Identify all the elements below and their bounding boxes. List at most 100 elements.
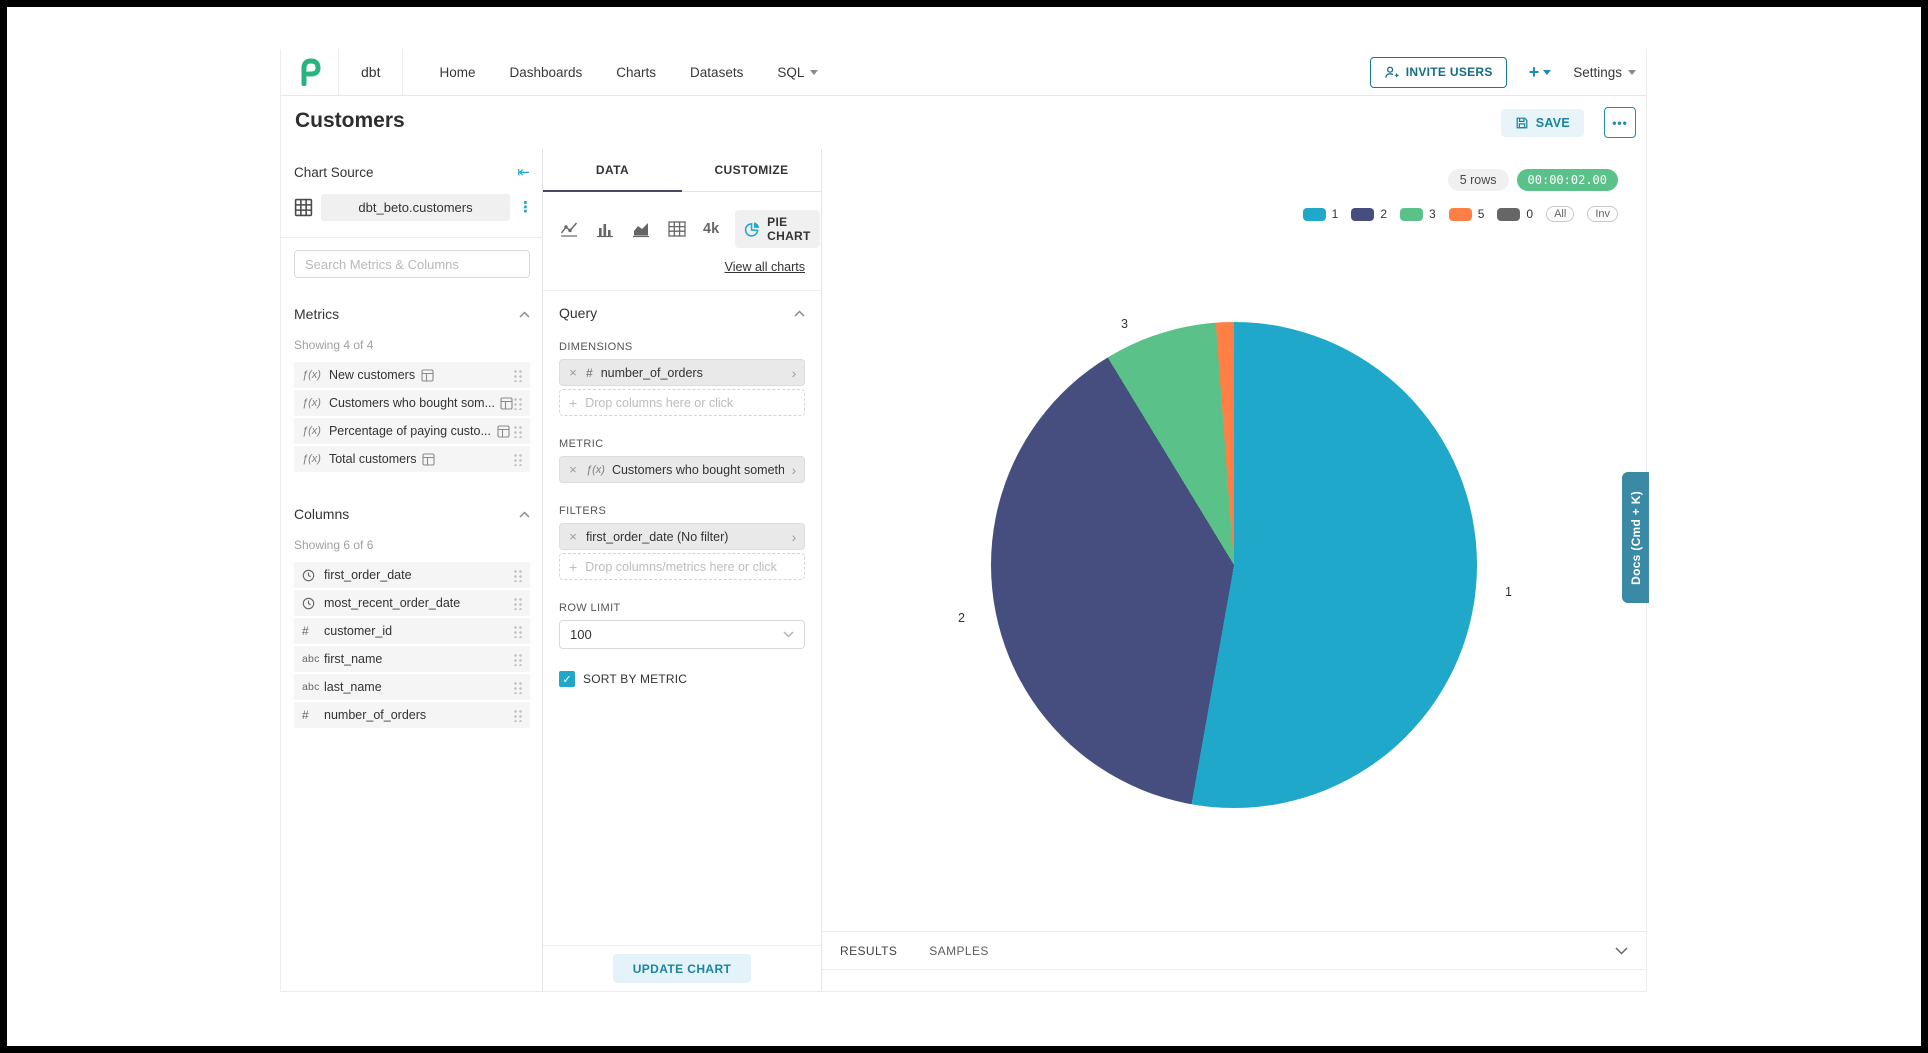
function-icon: ƒ(x) (302, 453, 321, 465)
legend-swatch (1351, 208, 1374, 221)
legend-item[interactable]: 3 (1400, 207, 1436, 221)
line-chart-icon[interactable] (559, 219, 579, 239)
nav-item-home[interactable]: Home (439, 65, 475, 80)
column-list-item[interactable]: first_order_date (294, 562, 530, 588)
big-number-chart-icon[interactable]: 4k (703, 221, 719, 237)
metric-definition-icon[interactable] (422, 453, 435, 466)
dataset-selector[interactable]: dbt_beto.customers (321, 194, 510, 221)
nav-item-charts[interactable]: Charts (616, 65, 656, 80)
nav-item-datasets[interactable]: Datasets (690, 65, 743, 80)
tab-results[interactable]: RESULTS (840, 944, 897, 958)
checkbox-checked-icon[interactable] (559, 671, 575, 687)
drag-handle[interactable] (513, 368, 522, 382)
legend-all-button[interactable]: All (1546, 206, 1574, 222)
drag-handle[interactable] (513, 596, 522, 610)
bar-chart-icon[interactable] (595, 219, 615, 239)
remove-icon[interactable]: × (560, 462, 586, 477)
brand-logo[interactable] (281, 49, 339, 95)
legend-item[interactable]: 5 (1449, 207, 1485, 221)
tab-data[interactable]: DATA (543, 149, 682, 191)
metric-list-item[interactable]: ƒ(x) Customers who bought som... (294, 390, 530, 416)
collapse-panel-icon[interactable]: ⇤ (517, 165, 530, 180)
current-chart-type[interactable]: PIE CHART (735, 210, 819, 248)
legend-item[interactable]: 1 (1303, 207, 1339, 221)
chevron-up-icon[interactable] (794, 310, 805, 317)
metric-definition-icon[interactable] (497, 425, 510, 438)
drop-filters-zone[interactable]: + Drop columns/metrics here or click (559, 553, 805, 580)
chevron-up-icon[interactable] (519, 511, 530, 518)
table-chart-icon[interactable] (667, 219, 687, 239)
update-chart-button[interactable]: UPDATE CHART (613, 954, 751, 983)
slice-label: 2 (958, 611, 965, 625)
drag-handle[interactable] (513, 652, 522, 666)
legend-item[interactable]: 2 (1351, 207, 1387, 221)
drag-handle[interactable] (513, 624, 522, 638)
legend-swatch (1400, 208, 1423, 221)
chevron-right-icon[interactable]: › (784, 462, 804, 478)
user-plus-icon (1384, 65, 1399, 80)
nav-item-sql[interactable]: SQL (777, 65, 818, 80)
column-list-item[interactable]: # customer_id (294, 618, 530, 644)
column-list-item[interactable]: abc last_name (294, 674, 530, 700)
expand-results-icon[interactable] (1615, 947, 1628, 955)
row-limit-label: ROW LIMIT (559, 602, 805, 614)
number-type-icon: # (302, 708, 324, 722)
dataset-options-icon[interactable]: ⋮ (518, 205, 530, 210)
ellipsis-icon: ••• (1612, 116, 1628, 130)
docs-shortcut-tab[interactable]: Docs (Cmd + K) (1622, 472, 1649, 603)
chevron-right-icon[interactable]: › (784, 365, 804, 381)
chevron-right-icon[interactable]: › (784, 529, 804, 545)
remove-icon[interactable]: × (560, 529, 586, 544)
search-input[interactable] (294, 250, 530, 278)
column-list-item[interactable]: abc first_name (294, 646, 530, 672)
drag-handle[interactable] (513, 680, 522, 694)
legend-invert-button[interactable]: Inv (1587, 206, 1618, 222)
workspace-name[interactable]: dbt (339, 49, 403, 95)
drag-handle[interactable] (513, 396, 522, 410)
filter-pill[interactable]: × first_order_date (No filter) › (559, 523, 805, 550)
metrics-section-title: Metrics (294, 306, 339, 322)
metric-pill[interactable]: × ƒ(x) Customers who bought something › (559, 456, 805, 483)
nav-item-dashboards[interactable]: Dashboards (509, 65, 582, 80)
invite-users-button[interactable]: INVITE USERS (1370, 57, 1507, 88)
results-bar: RESULTS SAMPLES (822, 931, 1646, 970)
row-limit-select[interactable]: 100 (559, 620, 805, 649)
chevron-down-icon (1543, 70, 1551, 75)
column-list-item[interactable]: # number_of_orders (294, 702, 530, 728)
metric-list-item[interactable]: ƒ(x) Total customers (294, 446, 530, 472)
drag-handle[interactable] (513, 452, 522, 466)
save-button[interactable]: SAVE (1501, 109, 1584, 137)
column-list-item[interactable]: most_recent_order_date (294, 590, 530, 616)
new-item-button[interactable]: + (1529, 62, 1552, 83)
data-config-panel: DATA CUSTOMIZE (543, 149, 822, 991)
remove-icon[interactable]: × (560, 365, 586, 380)
metric-definition-icon[interactable] (421, 369, 434, 382)
sort-by-metric-toggle[interactable]: SORT BY METRIC (559, 671, 805, 687)
nav-menu: Home Dashboards Charts Datasets SQL (439, 65, 818, 80)
metric-list-item[interactable]: ƒ(x) New customers (294, 362, 530, 388)
legend-swatch (1303, 208, 1326, 221)
legend-item[interactable]: 0 (1497, 207, 1533, 221)
dimension-pill[interactable]: × # number_of_orders › (559, 359, 805, 386)
query-timer-badge: 00:00:02.00 (1517, 169, 1618, 191)
area-chart-icon[interactable] (631, 219, 651, 239)
more-options-button[interactable]: ••• (1604, 107, 1636, 138)
tab-samples[interactable]: SAMPLES (929, 944, 989, 958)
metric-control: METRIC × ƒ(x) Customers who bought somet… (559, 438, 805, 483)
top-navbar: dbt Home Dashboards Charts Datasets SQL (281, 49, 1646, 96)
function-icon: ƒ(x) (586, 464, 605, 476)
drop-columns-zone[interactable]: + Drop columns here or click (559, 389, 805, 416)
drag-handle[interactable] (513, 568, 522, 582)
view-all-charts-link[interactable]: View all charts (543, 248, 821, 290)
pie-chart[interactable] (991, 322, 1477, 808)
drag-handle[interactable] (513, 424, 522, 438)
settings-menu[interactable]: Settings (1573, 65, 1636, 80)
tab-customize[interactable]: CUSTOMIZE (682, 149, 821, 191)
nav-actions: INVITE USERS + Settings (1370, 57, 1646, 88)
drag-handle[interactable] (513, 708, 522, 722)
chevron-up-icon[interactable] (519, 311, 530, 318)
metric-definition-icon[interactable] (500, 397, 513, 410)
metric-list-item[interactable]: ƒ(x) Percentage of paying custo... (294, 418, 530, 444)
metrics-showing-count: Showing 4 of 4 (294, 338, 530, 352)
chart-panel: 5 rows 00:00:02.00 1 2 3 (822, 149, 1646, 991)
